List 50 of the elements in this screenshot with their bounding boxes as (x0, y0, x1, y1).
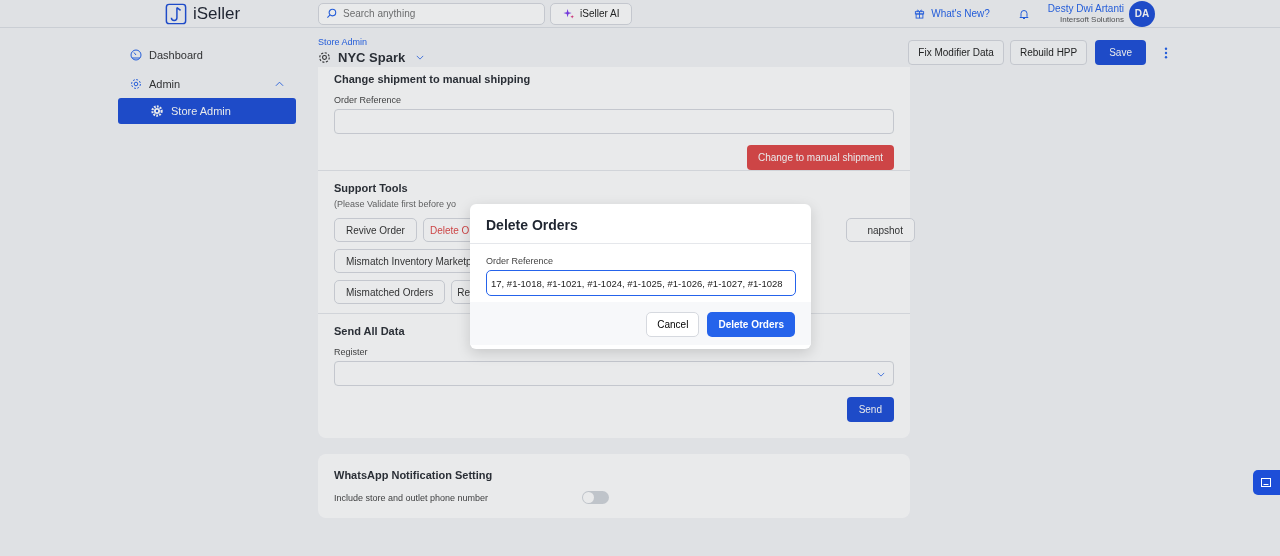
whats-new-link[interactable]: What's New? (914, 8, 990, 19)
sidebar-item[interactable]: Admin (118, 69, 296, 98)
logo-icon (165, 2, 187, 25)
chevron-icon (877, 372, 885, 377)
gauge-icon (130, 48, 142, 61)
sidebar-item[interactable]: Dashboard (118, 40, 296, 69)
chevron-icon[interactable] (416, 55, 425, 60)
tool-button[interactable]: Revive Order (334, 218, 417, 242)
toggle-switch[interactable] (582, 491, 609, 504)
sidebar-item[interactable]: Store Admin (118, 98, 296, 124)
action-button[interactable]: Rebuild HPP (1009, 40, 1088, 65)
user-name: Desty Dwi Artanti (1047, 2, 1124, 14)
logo-text: iSeller (193, 3, 241, 24)
bell-icon[interactable] (1017, 7, 1030, 20)
section-title: Send All Data (334, 325, 406, 337)
chat-button[interactable] (1253, 470, 1280, 495)
ai-button[interactable]: iSeller AI (550, 2, 633, 25)
input-field[interactable] (334, 109, 894, 134)
action-button[interactable]: Save (1095, 40, 1146, 65)
input-field[interactable]: 17, #1-1018, #1-1021, #1-1024, #1-1025, #1-1026, #1-1027, #1-1028 (486, 270, 796, 296)
field-label: Order Reference (334, 95, 403, 105)
gear-icon (130, 77, 142, 90)
note-text: (Please Validate first before yo (334, 199, 457, 209)
breadcrumb-link[interactable]: Store Admin (318, 37, 425, 47)
search-field[interactable]: Search anything (318, 2, 545, 25)
section-title: WhatsApp Notification Setting (334, 469, 494, 481)
monitor-icon (1260, 476, 1272, 489)
field-label: Register (334, 347, 369, 357)
delete-orders-button[interactable]: Delete Orders (707, 312, 795, 337)
dialog-title: Delete Orders (470, 204, 811, 244)
action-button[interactable]: Fix Modifier Data (908, 40, 1004, 65)
company-name: Intersoft Solutions (1059, 14, 1124, 25)
avatar[interactable]: DA (1129, 0, 1155, 27)
sparkle-icon (563, 8, 574, 19)
gear-icon (318, 51, 331, 64)
section-title: Change shipment to manual shipping (334, 73, 532, 85)
gift-icon (914, 8, 926, 19)
field-label: Order Reference (486, 256, 555, 266)
gear-icon (151, 105, 163, 117)
store-title: NYC Spark (338, 50, 406, 65)
more-icon[interactable] (1164, 46, 1168, 59)
tool-button[interactable]: Mismatched Orders (334, 280, 446, 304)
section-title: Support Tools (334, 182, 409, 194)
send-button[interactable]: Send (846, 397, 894, 422)
manual-shipment-button[interactable]: Change to manual shipment (746, 145, 894, 170)
search-icon (326, 7, 337, 19)
setting-label: Include store and outlet phone number (334, 492, 490, 503)
cancel-button[interactable]: Cancel (646, 312, 700, 337)
register-dropdown[interactable] (334, 361, 894, 386)
tool-button[interactable]: napshot (846, 218, 915, 242)
